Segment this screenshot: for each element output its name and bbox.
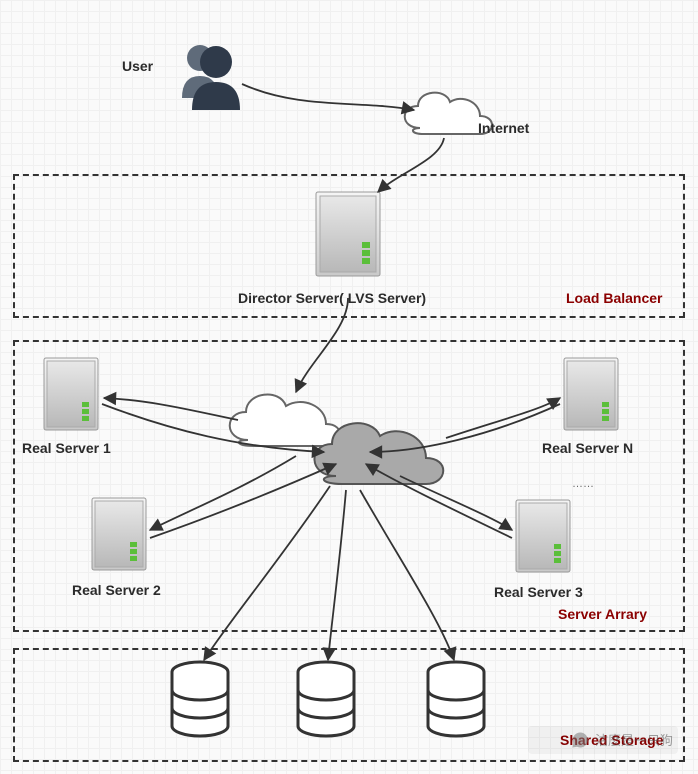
storage-3-icon [428, 662, 484, 736]
server-array-label: Server Arrary [558, 606, 647, 622]
ellipsis-label: …… [572, 478, 594, 490]
real-server-n-icon [564, 358, 618, 430]
load-balancer-label: Load Balancer [566, 290, 662, 306]
storage-2-icon [298, 662, 354, 736]
watermark: 沽麽是一只狗 [571, 730, 673, 749]
real-server-3-icon [516, 500, 570, 572]
real-server-n-label: Real Server N [542, 440, 633, 456]
director-label: Director Server( LVS Server) [238, 290, 426, 306]
internet-label: Internet [478, 120, 529, 136]
user-icon [182, 45, 240, 110]
real-server-2-label: Real Server 2 [72, 582, 161, 598]
real-server-2-icon [92, 498, 146, 570]
cloud-left-icon [230, 395, 340, 446]
real-server-3-label: Real Server 3 [494, 584, 583, 600]
chat-bubble-icon [571, 731, 589, 749]
real-server-1-icon [44, 358, 98, 430]
director-server-icon [316, 192, 380, 276]
real-server-1-label: Real Server 1 [22, 440, 111, 456]
connectors [102, 84, 560, 660]
user-label: User [122, 58, 153, 74]
diagram-svg [0, 0, 698, 774]
storage-1-icon [172, 662, 228, 736]
watermark-text: 沽麽是一只狗 [595, 730, 673, 749]
